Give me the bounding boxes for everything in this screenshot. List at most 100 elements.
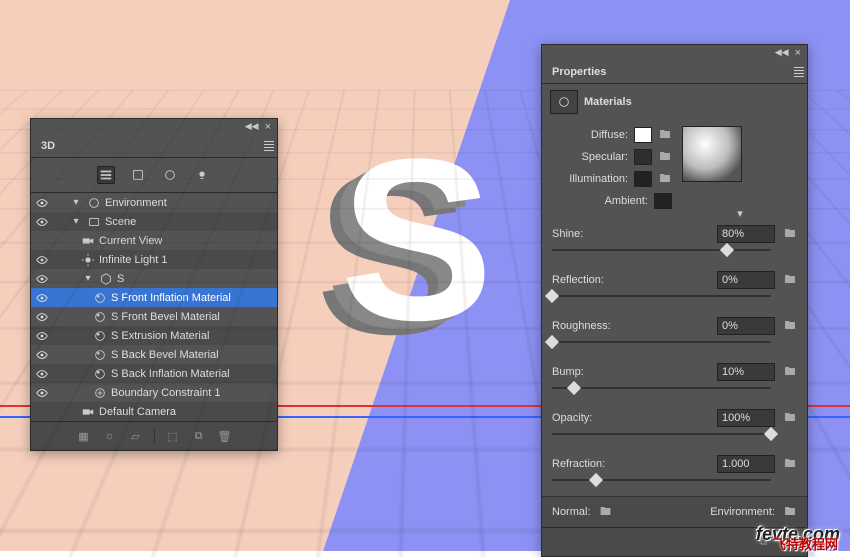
eye-icon[interactable] xyxy=(35,367,49,381)
slider-track-shine[interactable] xyxy=(552,244,771,256)
swatch-specular[interactable] xyxy=(634,149,652,165)
slider-refraction: Refraction: 🖿 xyxy=(542,450,807,496)
input-opacity[interactable] xyxy=(717,409,775,427)
filter-material-icon[interactable] xyxy=(161,166,179,184)
con-icon xyxy=(93,386,107,400)
slider-thumb-reflection[interactable] xyxy=(545,289,559,303)
folder-bump-icon[interactable]: 🖿 xyxy=(783,365,797,379)
panel-3d-flyout[interactable] xyxy=(261,136,277,156)
input-shine[interactable] xyxy=(717,225,775,243)
tree-row[interactable]: S Front Inflation Material xyxy=(31,288,277,307)
folder-environment-icon[interactable]: 🖿 xyxy=(783,505,797,519)
tree-row[interactable]: Default Camera xyxy=(31,402,277,421)
tree-row[interactable]: ▾Scene xyxy=(31,212,277,231)
eye-icon[interactable] xyxy=(35,405,49,419)
footer-light-icon[interactable]: ☼ xyxy=(102,428,118,444)
footer-cube-icon[interactable]: ▦ xyxy=(76,428,92,444)
preview-dropdown-icon[interactable]: ▾ xyxy=(734,208,746,218)
tab-3d[interactable]: 3D xyxy=(31,135,65,157)
folder-diffuse-icon[interactable]: 🖿 xyxy=(658,128,672,142)
close-icon[interactable]: × xyxy=(265,121,271,133)
slider-track-refraction[interactable] xyxy=(552,474,771,486)
folder-reflection-icon[interactable]: 🖿 xyxy=(783,273,797,287)
label-illumination: Illumination: xyxy=(552,173,628,185)
materials-label: Materials xyxy=(584,96,632,108)
folder-specular-icon[interactable]: 🖿 xyxy=(658,150,672,164)
label-opacity: Opacity: xyxy=(552,412,709,424)
slider-track-reflection[interactable] xyxy=(552,290,771,302)
row-ambient: Ambient: xyxy=(552,192,672,210)
tree-row[interactable]: Boundary Constraint 1 xyxy=(31,383,277,402)
slider-thumb-opacity[interactable] xyxy=(764,427,778,441)
folder-roughness-icon[interactable]: 🖿 xyxy=(783,319,797,333)
tree-label: Default Camera xyxy=(99,406,176,418)
slider-thumb-roughness[interactable] xyxy=(545,335,559,349)
input-bump[interactable] xyxy=(717,363,775,381)
close-icon[interactable]: × xyxy=(795,47,801,59)
eye-icon[interactable] xyxy=(35,215,49,229)
tree-label: Infinite Light 1 xyxy=(99,254,168,266)
slider-track-roughness[interactable] xyxy=(552,336,771,348)
tree-row[interactable]: S Back Bevel Material xyxy=(31,345,277,364)
footer-plane-icon[interactable]: ▱ xyxy=(128,428,144,444)
slider-bump: Bump: 🖿 xyxy=(542,358,807,404)
folder-normal-icon[interactable]: 🖿 xyxy=(599,505,613,519)
eye-icon[interactable] xyxy=(35,196,49,210)
eye-icon[interactable] xyxy=(35,234,49,248)
eye-icon[interactable] xyxy=(35,253,49,267)
filter-mesh-icon[interactable] xyxy=(129,166,147,184)
eye-icon[interactable] xyxy=(35,291,49,305)
preview-sphere xyxy=(682,126,742,182)
filter-all-icon[interactable] xyxy=(97,166,115,184)
footer-new-icon[interactable]: ⧉ xyxy=(755,534,771,550)
cam-icon xyxy=(81,234,95,248)
panel-props-flyout[interactable] xyxy=(791,62,807,82)
row-illumination: Illumination: 🖿 xyxy=(552,170,672,188)
filter-light-icon[interactable] xyxy=(193,166,211,184)
swatch-ambient[interactable] xyxy=(654,193,672,209)
collapse-icon[interactable]: ◀◀ xyxy=(775,47,789,59)
tree-row[interactable]: S Extrusion Material xyxy=(31,326,277,345)
materials-icon xyxy=(550,90,578,114)
slider-thumb-refraction[interactable] xyxy=(589,473,603,487)
tree-row[interactable]: Infinite Light 1 xyxy=(31,250,277,269)
scene-icon xyxy=(87,215,101,229)
input-refraction[interactable] xyxy=(717,455,775,473)
tree-row[interactable]: S Back Inflation Material xyxy=(31,364,277,383)
material-preview[interactable]: ▾ xyxy=(682,126,742,210)
eye-icon[interactable] xyxy=(35,348,49,362)
mesh-icon xyxy=(99,272,113,286)
input-roughness[interactable] xyxy=(717,317,775,335)
slider-thumb-shine[interactable] xyxy=(720,243,734,257)
footer-dup-icon[interactable]: ⧉ xyxy=(191,428,207,444)
tree-row[interactable]: ▾S xyxy=(31,269,277,288)
folder-illumination-icon[interactable]: 🖿 xyxy=(658,172,672,186)
eye-icon[interactable] xyxy=(35,310,49,324)
tree-row[interactable]: ▾Environment xyxy=(31,193,277,212)
tab-properties[interactable]: Properties xyxy=(542,61,616,83)
mode-row xyxy=(31,158,277,193)
input-reflection[interactable] xyxy=(717,271,775,289)
chevron-down-icon[interactable]: ▾ xyxy=(69,196,83,210)
slider-thumb-bump[interactable] xyxy=(567,381,581,395)
mat-icon xyxy=(93,310,107,324)
slider-track-opacity[interactable] xyxy=(552,428,771,440)
slider-track-bump[interactable] xyxy=(552,382,771,394)
footer-trash-icon[interactable]: 🗑 xyxy=(781,534,797,550)
chevron-down-icon[interactable]: ▾ xyxy=(81,272,95,286)
eye-icon[interactable] xyxy=(35,329,49,343)
folder-refraction-icon[interactable]: 🖿 xyxy=(783,457,797,471)
eye-icon[interactable] xyxy=(35,386,49,400)
swatch-illumination[interactable] xyxy=(634,171,652,187)
swatch-diffuse[interactable] xyxy=(634,127,652,143)
chevron-down-icon[interactable]: ▾ xyxy=(69,215,83,229)
folder-opacity-icon[interactable]: 🖿 xyxy=(783,411,797,425)
footer-new-icon[interactable]: ⬚ xyxy=(165,428,181,444)
tree-row[interactable]: Current View xyxy=(31,231,277,250)
collapse-icon[interactable]: ◀◀ xyxy=(245,121,259,133)
folder-shine-icon[interactable]: 🖿 xyxy=(783,227,797,241)
cam-icon xyxy=(81,405,95,419)
tree-row[interactable]: S Front Bevel Material xyxy=(31,307,277,326)
footer-trash-icon[interactable]: 🗑 xyxy=(217,428,233,444)
eye-icon[interactable] xyxy=(35,272,49,286)
